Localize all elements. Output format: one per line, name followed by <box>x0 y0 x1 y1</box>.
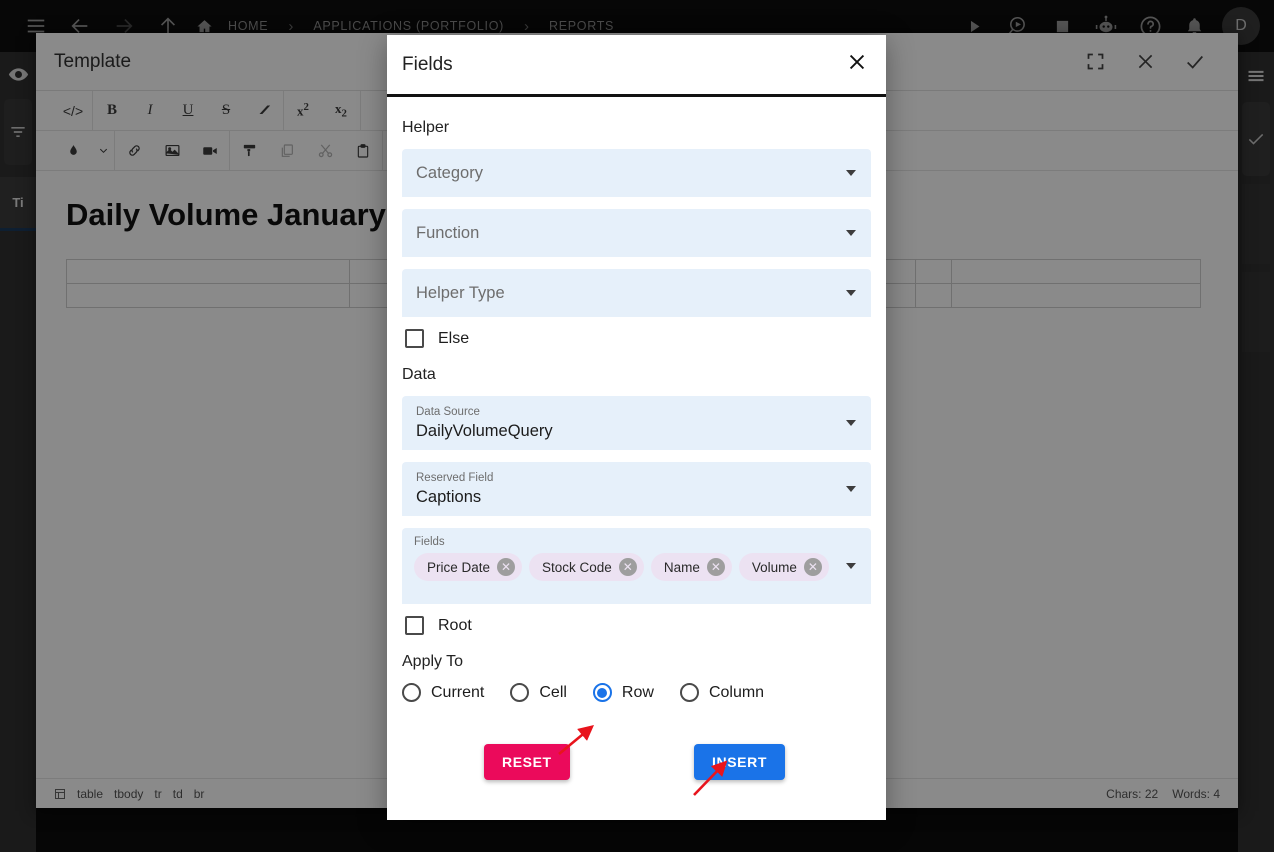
fields-label: Fields <box>414 536 445 548</box>
fields-dialog: Fields Helper Category Function Helper T… <box>387 35 886 820</box>
reserved-field-select[interactable]: Reserved Field Captions <box>402 462 871 516</box>
else-checkbox[interactable] <box>405 329 424 348</box>
application-root: HOME › APPLICATIONS (PORTFOLIO) › REPORT… <box>0 0 1274 852</box>
radio-current[interactable]: Current <box>402 683 484 702</box>
category-placeholder: Category <box>416 163 483 182</box>
dialog-header: Fields <box>387 35 886 97</box>
root-label: Root <box>438 616 472 634</box>
helper-type-placeholder: Helper Type <box>416 283 505 302</box>
remove-chip-icon[interactable]: ✕ <box>618 558 637 576</box>
root-checkbox-row[interactable]: Root <box>402 616 871 635</box>
radio-row-label: Row <box>621 683 654 701</box>
chevron-down-icon <box>846 563 856 569</box>
data-source-select[interactable]: Data Source DailyVolumeQuery <box>402 396 871 450</box>
radio-cell[interactable]: Cell <box>510 683 567 702</box>
radio-cell-indicator[interactable] <box>510 683 530 702</box>
field-chip-label: Price Date <box>427 559 491 575</box>
field-chip-label: Name <box>663 559 700 575</box>
field-chip[interactable]: Name ✕ <box>650 553 732 581</box>
else-label: Else <box>438 329 470 347</box>
reserved-field-value: Captions <box>416 487 482 506</box>
field-chip-label: Stock Code <box>542 559 612 575</box>
dialog-body: Helper Category Function Helper Type Els… <box>387 97 886 780</box>
data-section-label: Data <box>402 366 436 383</box>
function-select[interactable]: Function <box>402 209 871 257</box>
radio-column-label: Column <box>708 683 765 701</box>
helper-section-label: Helper <box>402 119 450 136</box>
dialog-actions: RESET INSERT <box>402 744 871 780</box>
close-icon[interactable] <box>846 51 868 78</box>
apply-to-radio-group: Current Cell Row Column <box>402 683 871 702</box>
radio-column[interactable]: Column <box>679 683 765 702</box>
insert-button[interactable]: INSERT <box>694 744 785 780</box>
category-select[interactable]: Category <box>402 149 871 197</box>
radio-cell-label: Cell <box>539 683 567 701</box>
dialog-title: Fields <box>402 53 453 75</box>
field-chip[interactable]: Volume ✕ <box>738 553 829 581</box>
radio-current-label: Current <box>431 683 485 701</box>
data-source-value: DailyVolumeQuery <box>416 421 553 440</box>
radio-row[interactable]: Row <box>592 683 654 702</box>
function-placeholder: Function <box>416 223 480 242</box>
remove-chip-icon[interactable]: ✕ <box>803 558 822 576</box>
chevron-down-icon <box>846 170 856 176</box>
radio-column-indicator[interactable] <box>679 683 699 702</box>
radio-row-indicator[interactable] <box>592 683 612 702</box>
field-chip[interactable]: Price Date ✕ <box>414 553 523 581</box>
data-source-label: Data Source <box>416 405 480 418</box>
chevron-down-icon <box>846 230 856 236</box>
reserved-field-label: Reserved Field <box>416 471 494 484</box>
helper-type-select[interactable]: Helper Type <box>402 269 871 317</box>
field-chip[interactable]: Stock Code ✕ <box>529 553 644 581</box>
root-checkbox[interactable] <box>405 616 424 635</box>
chevron-down-icon <box>846 420 856 426</box>
field-chip-label: Volume <box>751 559 797 575</box>
chevron-down-icon <box>846 486 856 492</box>
reset-button[interactable]: RESET <box>484 744 570 780</box>
remove-chip-icon[interactable]: ✕ <box>497 558 516 576</box>
apply-to-label: Apply To <box>402 653 464 670</box>
remove-chip-icon[interactable]: ✕ <box>706 558 725 576</box>
chevron-down-icon <box>846 290 856 296</box>
radio-current-indicator[interactable] <box>402 683 421 702</box>
else-checkbox-row[interactable]: Else <box>402 329 871 348</box>
fields-chip-list: Price Date ✕ Stock Code ✕ Name ✕ Volume … <box>414 553 831 581</box>
fields-multiselect[interactable]: Fields Price Date ✕ Stock Code ✕ Name ✕ <box>402 528 871 604</box>
